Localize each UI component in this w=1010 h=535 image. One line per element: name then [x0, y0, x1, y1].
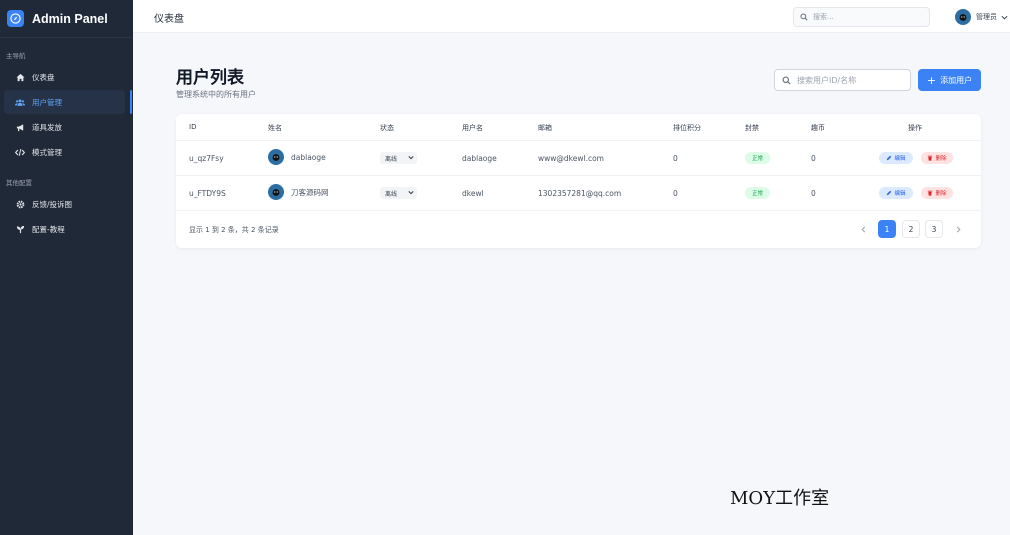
cell-coins: 0: [811, 154, 816, 163]
users-icon: [15, 97, 25, 107]
column-header-coins: 趣币: [811, 124, 825, 132]
cell-score: 0: [673, 154, 678, 163]
delete-button[interactable]: 删除: [921, 152, 953, 164]
sidebar: Admin Panel 主导航 仪表盘 用户管理 道具发放 模式管理 其他配置 …: [0, 0, 133, 535]
column-header-ban: 封禁: [745, 124, 759, 132]
cell-username: dablaoge: [462, 154, 497, 163]
delete-label: 删除: [935, 156, 947, 162]
cell-id: u_qz7Fsy: [189, 154, 224, 163]
sidebar-item-label: 模式管理: [32, 147, 62, 157]
user-name: 管理员: [976, 13, 997, 21]
edit-label: 编辑: [894, 191, 906, 197]
search-icon: [800, 13, 808, 21]
user-table: ID 姓名 状态 用户名 邮箱 排位积分 封禁 趣币 操作 u_qz7Fsy d…: [176, 114, 981, 248]
pagination-summary: 显示 1 到 2 条，共 2 条记录: [189, 226, 279, 234]
topbar: 仪表盘 搜索... 管理员: [133, 0, 1010, 33]
gear-icon: [15, 199, 25, 209]
delete-label: 删除: [935, 191, 947, 197]
cell-email: 1302357281@qq.com: [538, 189, 622, 198]
watermark: MOY工作室: [730, 488, 830, 509]
page-button-1[interactable]: 1: [878, 220, 896, 238]
add-user-label: 添加用户: [940, 75, 973, 85]
sidebar-item-items[interactable]: 道具发放: [4, 115, 125, 139]
chevron-down-icon: [408, 156, 414, 160]
search-placeholder: 搜索...: [813, 13, 834, 21]
sidebar-item-label: 反馈/投诉图: [32, 199, 73, 209]
trash-icon: [928, 155, 933, 161]
column-header-email: 邮箱: [538, 124, 552, 132]
user-menu[interactable]: 管理员: [955, 8, 1008, 26]
table-row: u_FTDY9S 刀客源码网 离线 dkewl 1302357281@qq.co…: [176, 176, 981, 211]
pencil-icon: [887, 190, 892, 196]
delete-button[interactable]: 删除: [921, 187, 953, 199]
home-icon: [15, 72, 25, 82]
search-placeholder: 搜索用户ID/名称: [797, 75, 857, 85]
page-button-3[interactable]: 3: [925, 220, 943, 238]
column-header-status: 状态: [380, 124, 394, 132]
sidebar-item-modes[interactable]: 模式管理: [4, 140, 125, 164]
seedling-icon: [15, 224, 25, 234]
avatar: [268, 184, 284, 200]
page-subtitle: 管理系统中的所有用户: [176, 90, 256, 99]
ban-status-badge: 正常: [745, 152, 770, 164]
cell-name: 刀客源码网: [268, 184, 329, 200]
chevron-down-icon: [408, 191, 414, 195]
table-header: ID 姓名 状态 用户名 邮箱 排位积分 封禁 趣币 操作: [176, 114, 981, 141]
cell-score: 0: [673, 189, 678, 198]
column-header-actions: 操作: [908, 124, 922, 132]
column-header-id: ID: [189, 123, 197, 131]
cell-email: www@dkewl.com: [538, 154, 604, 163]
column-header-score: 排位积分: [673, 124, 701, 132]
code-icon: [15, 147, 25, 157]
page-button-2[interactable]: 2: [902, 220, 920, 238]
plus-icon: +: [926, 73, 937, 87]
pencil-icon: [887, 155, 892, 161]
sidebar-item-dashboard[interactable]: 仪表盘: [4, 65, 125, 89]
edit-button[interactable]: 编辑: [879, 152, 913, 164]
sidebar-item-feedback[interactable]: 反馈/投诉图: [4, 192, 125, 216]
user-search-input[interactable]: 搜索用户ID/名称: [774, 69, 911, 91]
prev-page-button[interactable]: [854, 220, 872, 238]
nav-section-other: 其他配置: [6, 179, 32, 187]
sidebar-item-label: 道具发放: [32, 122, 62, 132]
search-icon: [782, 75, 791, 85]
user-display-name: 刀客源码网: [291, 187, 329, 197]
cell-username: dkewl: [462, 189, 484, 198]
cell-name: dablaoge: [268, 149, 326, 165]
breadcrumb: 仪表盘: [154, 14, 184, 25]
global-search-input[interactable]: 搜索...: [793, 7, 930, 27]
avatar: [955, 9, 971, 25]
page-title: 用户列表: [176, 68, 244, 88]
megaphone-icon: [15, 122, 25, 132]
compass-icon: [7, 10, 24, 27]
user-display-name: dablaoge: [291, 152, 326, 162]
edit-button[interactable]: 编辑: [879, 187, 913, 199]
cell-id: u_FTDY9S: [189, 189, 226, 198]
edit-label: 编辑: [894, 156, 906, 162]
column-header-name: 姓名: [268, 124, 282, 132]
add-user-button[interactable]: + 添加用户: [918, 69, 981, 91]
avatar: [268, 149, 284, 165]
chevron-down-icon: [1001, 15, 1008, 20]
status-value: 离线: [385, 155, 398, 163]
trash-icon: [928, 190, 933, 196]
cell-coins: 0: [811, 189, 816, 198]
status-select[interactable]: 离线: [380, 152, 417, 164]
nav-section-main: 主导航: [6, 52, 26, 60]
brand[interactable]: Admin Panel: [0, 0, 133, 38]
table-row: u_qz7Fsy dablaoge 离线 dablaoge www@dkewl.…: [176, 141, 981, 176]
chevron-right-icon: [956, 226, 961, 232]
column-header-username: 用户名: [462, 124, 483, 132]
chevron-left-icon: [860, 226, 865, 232]
sidebar-item-label: 仪表盘: [32, 72, 55, 82]
sidebar-item-users[interactable]: 用户管理: [4, 90, 132, 114]
sidebar-item-label: 配置-教程: [32, 224, 65, 234]
next-page-button[interactable]: [949, 220, 967, 238]
ban-status-badge: 正常: [745, 187, 770, 199]
sidebar-item-label: 用户管理: [32, 97, 62, 107]
sidebar-item-tutorial[interactable]: 配置-教程: [4, 217, 125, 241]
status-select[interactable]: 离线: [380, 187, 417, 199]
status-value: 离线: [385, 190, 398, 198]
brand-title: Admin Panel: [32, 11, 108, 26]
